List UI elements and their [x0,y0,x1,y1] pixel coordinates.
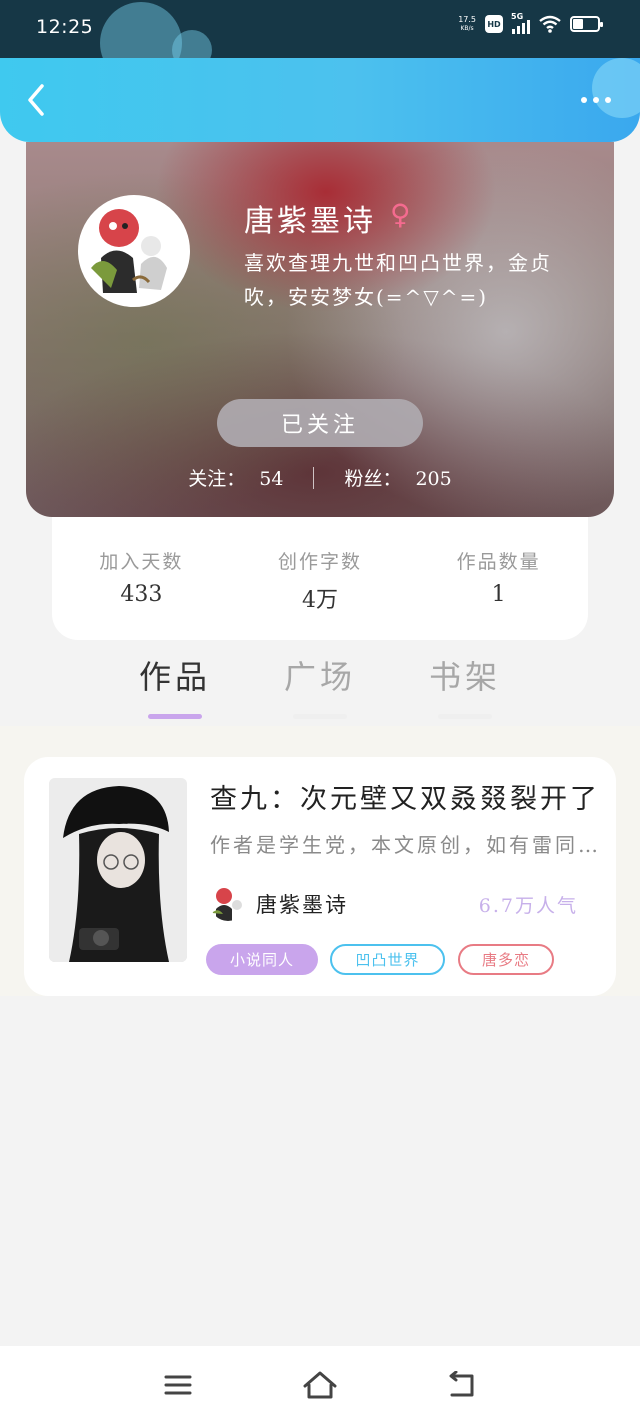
author-avatar[interactable] [210,885,246,921]
tab-active-indicator [148,714,202,719]
more-dots-icon [581,97,587,103]
stat-works-count: 作品数量 1 [456,551,541,607]
wifi-icon [539,15,561,33]
back-arrow-icon [449,1371,474,1397]
menu-button[interactable] [158,1368,198,1402]
back-nav-button[interactable] [442,1368,482,1402]
avatar-illustration [81,198,187,304]
tag-ship[interactable]: 唐多恋 [458,944,554,975]
cover-illustration [49,778,187,962]
author-name[interactable]: 唐紫墨诗 [256,889,348,919]
author-avatar-illustration [210,885,246,921]
signal-icon: 5G [511,12,530,34]
profile-tabs: 作品 广场 书架 [0,652,640,724]
status-time: 12:25 [36,16,94,38]
battery-icon [570,16,603,32]
followers-stat[interactable]: 粉丝： 205 [344,464,451,491]
avatar[interactable] [78,195,190,307]
app-header [0,58,640,142]
work-title: 查九：次元壁又双叒叕裂开了 [210,784,600,815]
tag-aotu-world[interactable]: 凹凸世界 [330,944,445,975]
tab-works[interactable]: 作品 [120,652,230,719]
profile-card: 唐紫墨诗 ♀ 喜欢查理九世和凹凸世界，金贞吹，安安梦女(=^▽^=) 已关注 关… [26,142,614,517]
follow-stats: 关注： 54 粉丝： 205 [26,464,614,491]
work-cover [49,778,187,962]
stats-card: 加入天数 433 创作字数 4万 作品数量 1 [52,517,588,640]
status-bar: 12:25 17.5 KB/s HD 5G [0,0,640,84]
tag-fanfic[interactable]: 小说同人 [206,944,318,975]
hd-icon: HD [485,15,503,33]
back-button[interactable] [18,82,54,118]
female-icon: ♀ [390,198,411,231]
system-nav-bar [0,1346,640,1422]
home-button[interactable] [300,1368,340,1402]
more-button[interactable] [576,88,616,112]
username: 唐紫墨诗 [244,204,376,239]
tab-bookshelf[interactable]: 书架 [410,652,520,719]
following-stat[interactable]: 关注： 54 [188,464,283,491]
menu-icon [164,1375,192,1395]
popularity: 6.7万人气 [478,895,578,917]
tab-square[interactable]: 广场 [265,652,375,719]
status-icons: 17.5 KB/s HD 5G [458,12,603,34]
stat-word-count: 创作字数 4万 [278,551,363,613]
work-card[interactable]: 查九：次元壁又双叒叕裂开了 作者是学生党，本文原创，如有雷同纯属巧合 唐紫墨诗 … [24,757,616,996]
net-speed: 17.5 KB/s [458,15,476,32]
follow-button[interactable]: 已关注 [217,399,423,447]
work-description: 作者是学生党，本文原创，如有雷同纯属巧合 [210,833,600,857]
bio-text: 喜欢查理九世和凹凸世界，金贞吹，安安梦女(=^▽^=) [244,251,552,309]
stat-join-days: 加入天数 433 [99,551,184,607]
divider [313,466,315,489]
chevron-left-icon [28,84,44,116]
home-icon [303,1371,337,1399]
